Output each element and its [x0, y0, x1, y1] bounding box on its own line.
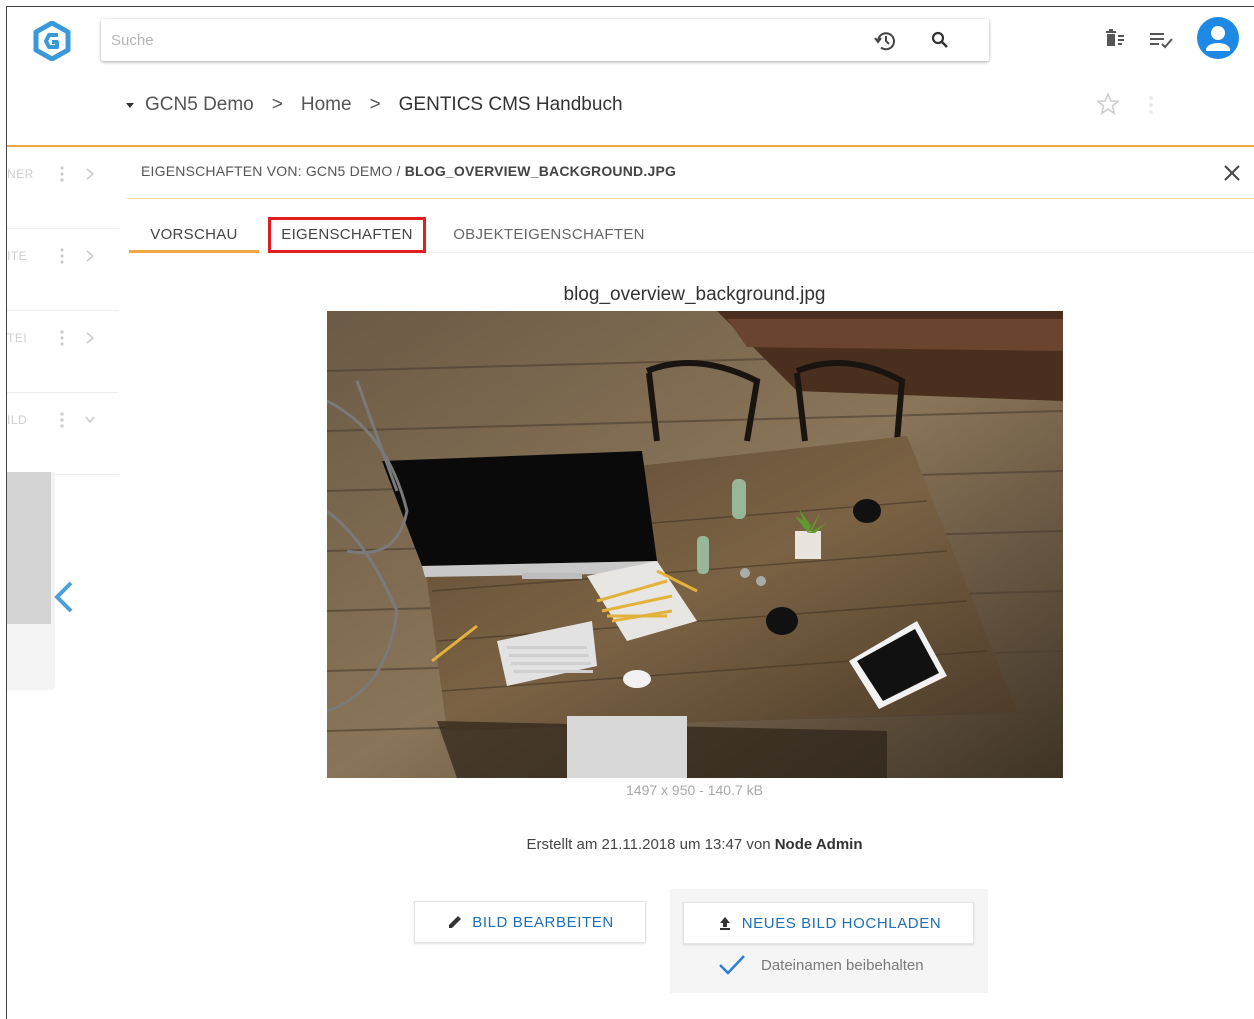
- checkmark-icon: [719, 955, 745, 975]
- upload-new-image-label: NEUES BILD HOCHLADEN: [741, 914, 942, 932]
- breadcrumb-node[interactable]: GCN5 Demo: [145, 94, 254, 116]
- wastebin-icon[interactable]: [1101, 25, 1131, 55]
- upload-new-image-button[interactable]: NEUES BILD HOCHLADEN: [683, 902, 974, 944]
- kebab-icon[interactable]: [59, 410, 65, 430]
- search-icon[interactable]: [929, 29, 951, 51]
- image-filename: blog_overview_background.jpg: [563, 284, 826, 305]
- gentics-logo-icon[interactable]: [32, 21, 72, 61]
- chevron-right-icon[interactable]: [83, 330, 97, 346]
- kebab-icon[interactable]: [59, 328, 65, 348]
- pencil-icon: [449, 916, 462, 928]
- image-preview-graphic: [327, 311, 1063, 778]
- keep-filename-checkbox[interactable]: Dateinamen beibehalten: [717, 952, 924, 978]
- list-item-label: NER: [7, 167, 34, 181]
- created-by: Node Admin: [774, 836, 863, 853]
- keep-filename-label: Dateinamen beibehalten: [761, 956, 924, 974]
- tasklist-icon[interactable]: [1147, 25, 1177, 55]
- user-icon: [1206, 26, 1230, 51]
- list-item[interactable]: ILD: [7, 393, 119, 475]
- list-item-label: ITE: [7, 249, 28, 263]
- search-input[interactable]: [111, 29, 851, 51]
- app-window: GCN5 Demo > Home > GENTICS CMS Handbuch …: [6, 6, 1254, 1019]
- header-divider: [7, 145, 1254, 147]
- list-item-label: ILD: [7, 413, 28, 427]
- properties-divider: [127, 198, 1254, 199]
- tab-vorschau[interactable]: VORSCHAU: [129, 217, 259, 253]
- breadcrumb-home[interactable]: Home: [301, 94, 352, 116]
- favourite-star-icon[interactable]: [1095, 91, 1121, 117]
- close-icon[interactable]: [1221, 162, 1243, 184]
- list-item[interactable]: NER: [7, 147, 119, 229]
- created-info-prefix: Erstellt am 21.11.2018 um 13:47 von: [526, 836, 771, 853]
- properties-title: EIGENSCHAFTEN VON: GCN5 DEMO / BLOG_OVER…: [141, 163, 676, 179]
- search-bar: [101, 19, 989, 61]
- created-info: Erstellt am 21.11.2018 um 13:47 von Node…: [327, 836, 1062, 853]
- properties-title-prefix: EIGENSCHAFTEN VON:: [141, 163, 302, 179]
- user-avatar[interactable]: [1197, 17, 1239, 59]
- breadcrumb-separator: >: [369, 94, 381, 115]
- tab-bar: VORSCHAU EIGENSCHAFTEN OBJEKTEIGENSCHAFT…: [129, 217, 1254, 253]
- chevron-left-icon[interactable]: [51, 579, 77, 615]
- collapsed-panel-thumb[interactable]: [7, 472, 51, 624]
- history-icon[interactable]: [873, 28, 899, 54]
- list-item[interactable]: TEI: [7, 311, 119, 393]
- breadcrumb-separator: >: [271, 94, 283, 115]
- edit-image-button[interactable]: BILD BEARBEITEN: [414, 901, 646, 943]
- image-preview: [327, 311, 1063, 778]
- image-dimensions: 1497 x 950 - 140.7 kB: [626, 782, 763, 798]
- kebab-icon[interactable]: [59, 164, 65, 184]
- kebab-icon[interactable]: [59, 246, 65, 266]
- properties-title-path: GCN5 DEMO /: [305, 163, 401, 179]
- chevron-down-icon[interactable]: [83, 412, 97, 428]
- more-menu-icon[interactable]: [1147, 94, 1155, 116]
- breadcrumb: GCN5 Demo > Home > GENTICS CMS Handbuch: [125, 90, 623, 120]
- upload-icon: [719, 917, 730, 930]
- tab-eigenschaften[interactable]: EIGENSCHAFTEN: [268, 217, 426, 253]
- caret-down-icon[interactable]: [125, 100, 135, 110]
- tab-objekteigenschaften[interactable]: OBJEKTEIGENSCHAFTEN: [449, 217, 649, 253]
- properties-title-file: BLOG_OVERVIEW_BACKGROUND.JPG: [404, 163, 677, 179]
- list-item-label: TEI: [7, 331, 28, 345]
- list-item[interactable]: ITE: [7, 229, 119, 311]
- chevron-right-icon[interactable]: [83, 166, 97, 182]
- breadcrumb-current[interactable]: GENTICS CMS Handbuch: [399, 94, 623, 116]
- chevron-right-icon[interactable]: [83, 248, 97, 264]
- edit-image-label: BILD BEARBEITEN: [472, 913, 614, 931]
